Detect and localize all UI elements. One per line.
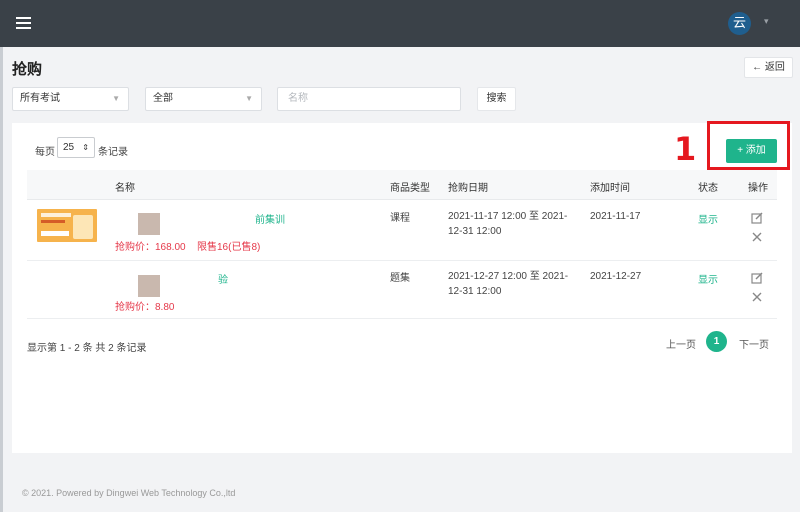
product-type: 课程 <box>390 213 410 224</box>
column-header-status: 状态 <box>698 183 718 194</box>
column-header-added: 添加时间 <box>590 183 630 194</box>
status-badge[interactable]: 显示 <box>698 271 718 286</box>
flash-date-line2: 12-31 12:00 <box>448 286 502 297</box>
blurred-name-image <box>138 213 160 235</box>
close-icon[interactable] <box>751 231 763 243</box>
page-1-button[interactable]: 1 <box>706 331 727 352</box>
added-time: 2021-11-17 <box>590 211 641 222</box>
add-button[interactable]: + 添加 <box>726 139 777 163</box>
column-header-type: 商品类型 <box>390 183 430 194</box>
top-navbar <box>0 0 800 47</box>
course-thumbnail[interactable] <box>37 209 97 242</box>
back-button[interactable]: ← 返回 <box>744 57 793 78</box>
avatar[interactable]: 云 <box>728 12 751 35</box>
row-divider <box>27 318 777 319</box>
flash-price: 抢购价：168.00 <box>115 242 186 253</box>
annotation-number: 1 <box>674 130 697 168</box>
chevron-down-icon: ▼ <box>245 94 253 103</box>
sidebar-edge <box>0 47 3 512</box>
prev-page-button[interactable]: 上一页 <box>666 336 696 351</box>
blurred-name-image <box>138 275 160 297</box>
row-divider <box>27 260 777 261</box>
per-page-label: 每页 <box>35 147 55 158</box>
edit-icon[interactable] <box>751 272 763 284</box>
per-page-value: 25 <box>63 142 75 153</box>
table-row-name-link[interactable]: 验 <box>218 271 228 286</box>
flash-date-line1: 2021-12-27 12:00 至 2021- <box>448 271 569 282</box>
added-time: 2021-12-27 <box>590 271 642 282</box>
per-page-select[interactable]: 25 ⇕ <box>57 137 95 158</box>
flash-date-line2: 12-31 12:00 <box>448 226 502 237</box>
sort-arrows-icon: ⇕ <box>82 143 89 152</box>
status-badge[interactable]: 显示 <box>698 211 718 226</box>
flash-price: 抢购价：8.80 <box>115 302 175 313</box>
pagination-summary: 显示第 1 - 2 条 共 2 条记录 <box>27 343 147 354</box>
search-button[interactable]: 搜索 <box>477 87 516 111</box>
product-type: 题集 <box>390 273 410 284</box>
edit-icon[interactable] <box>751 212 763 224</box>
exam-select[interactable]: 所有考试 ▼ <box>12 87 129 111</box>
per-page-suffix: 条记录 <box>98 147 128 158</box>
chevron-down-icon: ▼ <box>112 94 120 103</box>
name-search-input[interactable]: 名称 <box>277 87 461 111</box>
copyright: © 2021. Powered by Dingwei Web Technolog… <box>22 488 236 498</box>
next-page-button[interactable]: 下一页 <box>739 336 769 351</box>
column-header-name: 名称 <box>115 183 135 194</box>
close-icon[interactable] <box>751 291 763 303</box>
menu-icon[interactable] <box>16 17 31 29</box>
chevron-down-icon[interactable]: ▾ <box>764 16 769 27</box>
page-title: 抢购 <box>12 61 43 78</box>
column-header-actions: 操作 <box>748 183 768 194</box>
type-select-value: 全部 <box>153 93 173 104</box>
sale-limit: 限售16(已售8) <box>197 242 261 253</box>
flash-date-line1: 2021-11-17 12:00 至 2021- <box>448 211 568 222</box>
table-row-name-link[interactable]: 前集训 <box>255 211 285 226</box>
type-select[interactable]: 全部 ▼ <box>145 87 262 111</box>
exam-select-value: 所有考试 <box>20 93 60 104</box>
column-header-date: 抢购日期 <box>448 183 488 194</box>
